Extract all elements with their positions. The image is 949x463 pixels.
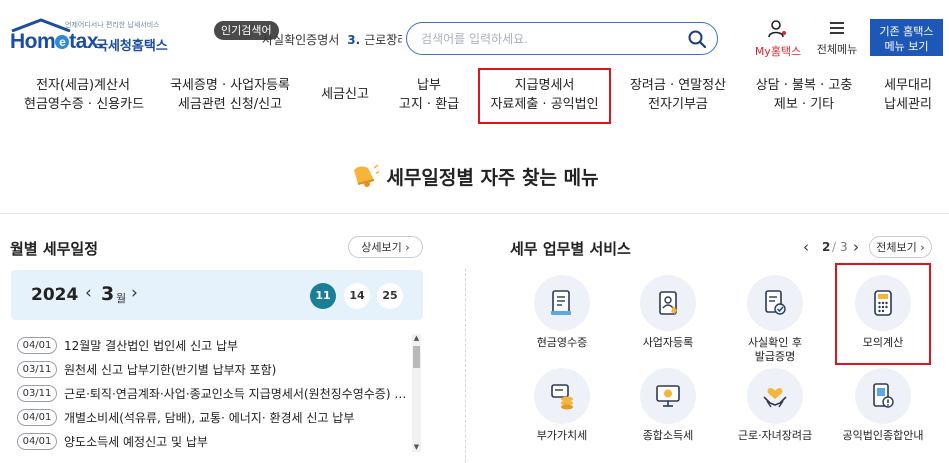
schedule-text: 원천세 신고 납부기한(반기별 납부자 포함) [64,363,277,377]
schedule-date: 04/01 [17,409,57,426]
search-box [406,22,718,55]
day-chip-25[interactable]: 25 [377,283,403,309]
service-business-registration[interactable]: 사업자등록 [618,275,718,350]
chevron-left-icon[interactable]: ‹ [85,283,92,303]
classic-menu-button[interactable]: 기존 홈택스 메뉴 보기 [870,19,943,56]
day-chip-14[interactable]: 14 [344,283,370,309]
schedule-scrollbar[interactable]: ▲ ▼ [412,334,421,452]
calendar-month: 3 [101,283,115,305]
service-income-tax[interactable]: 종합소득세 [618,368,718,443]
logo-tagline: 언제어디서나 편리한 납세서비스 [65,21,160,29]
list-item[interactable]: 03/11 원천세 신고 납부기한(반기별 납부자 포함) [11,356,411,380]
pager-separator: / [832,240,837,254]
list-item[interactable]: 03/11 근로·퇴직·연금계좌·사업·종교인소득 지급명세서(원천징수영수증)… [11,380,411,404]
schedule-list: 04/01 12월말 결산법인 법인세 신고 납부 03/11 원천세 신고 납… [11,332,411,463]
all-menu-button[interactable]: 전체메뉴 [813,20,861,57]
scroll-thumb[interactable] [413,346,420,368]
popular-search-ticker[interactable]: 사실확인증명서3.근로장려금 [262,31,402,47]
schedule-date: 04/01 [17,337,57,354]
income-tax-monitor-icon [656,385,680,407]
schedule-text: 개별소비세(석유류, 담배), 교통· 에너지· 환경세 신고 납부 [64,411,355,425]
service-fact-certificate[interactable]: 사실확인 후 발급증명 [725,275,825,364]
list-item[interactable]: 04/01 12월말 결산법인 법인세 신고 납부 [11,332,411,356]
service-incentives[interactable]: 근로·자녀장려금 [725,368,825,443]
schedule-date: 03/11 [17,361,57,378]
main-nav: 전자(세금)계산서 현금영수증 · 신용카드 국세증명 · 사업자등록 세금관련 신… [0,76,949,124]
list-item[interactable]: 04/01 개별소비세(석유류, 담배), 교통· 에너지· 환경세 신고 납부 [11,404,411,428]
nav-item-incentives[interactable]: 장려금 · 연말정산 전자기부금 [626,76,730,114]
service-vat[interactable]: 부가가치세 [512,368,612,443]
certificate-check-icon [765,290,786,315]
vat-coins-icon [551,384,573,410]
pager-current: 2 [822,240,831,254]
service-cash-receipt[interactable]: 현금영수증 [512,275,612,350]
nav-item-certificates[interactable]: 국세증명 · 사업자등록 세금관련 신청/신고 [168,76,292,114]
schedule-text: 12월말 결산법인 법인세 신고 납부 [64,339,239,353]
section-title: 세무일정별 자주 찾는 메뉴 [0,162,949,190]
logo-wordmark: Hom e tax. [10,30,104,53]
nav-highlight-box [478,68,611,124]
nav-item-payment[interactable]: 납부 고지 · 환급 [398,76,460,114]
business-registration-icon [659,291,677,315]
chevron-left-icon[interactable]: ‹ [803,238,809,256]
full-view-button[interactable]: 전체보기 › [869,236,932,258]
scroll-down-icon[interactable]: ▼ [412,443,421,452]
nav-item-tax-agent[interactable]: 세무대리 납세관리 [876,76,940,114]
logo-subtitle: 국세청홈택스 [96,39,168,54]
user-icon [768,20,786,38]
public-corp-info-icon [873,383,894,408]
chevron-right-icon[interactable]: › [131,283,138,303]
day-chip-11[interactable]: 11 [310,283,336,309]
panel-divider [465,268,466,463]
detail-view-button[interactable]: 상세보기 › [348,236,423,258]
schedule-text: 근로·퇴직·연금계좌·사업·종교인소득 지급명세서(원천징수영수증) 제출 [64,387,409,401]
list-item[interactable]: 04/01 양도소득세 예정신고 및 납부 [11,428,411,452]
scroll-up-icon[interactable]: ▲ [412,334,421,343]
calendar-bar: 2024 ‹ 3 월 › 11 14 25 [11,270,423,320]
bell-icon [354,164,380,187]
search-icon[interactable] [687,29,707,49]
header: 언제어디서나 편리한 납세서비스 Hom e tax. 국세청홈택스 인기검색어 사… [0,0,949,68]
search-input[interactable] [421,30,671,48]
monthly-schedule-title: 월별 세무일정 [10,240,99,258]
nav-item-tax-filing[interactable]: 세금신고 [316,76,374,114]
schedule-date: 04/01 [17,433,57,450]
service-public-corporation[interactable]: 공익법인종합안내 [833,368,933,443]
pager-total: 3 [840,240,848,254]
hamburger-menu-icon [830,22,844,34]
incentive-hands-icon [763,388,787,408]
nav-item-consulting[interactable]: 상담 · 불복 · 고충 제보 · 기타 [752,76,856,114]
chevron-down-icon[interactable]: ∨ [387,30,395,43]
nav-item-e-invoice[interactable]: 전자(세금)계산서 현금영수증 · 신용카드 [24,76,144,114]
hometax-logo[interactable]: 언제어디서나 편리한 납세서비스 Hom e tax. 국세청홈택스 [10,18,170,58]
service-highlight-box [835,263,931,365]
section-divider [0,213,949,214]
calendar-year: 2024 [31,285,79,305]
schedule-date: 03/11 [17,385,57,402]
chevron-right-icon[interactable]: › [853,238,859,256]
schedule-text: 양도소득세 예정신고 및 납부 [64,435,208,449]
receipt-icon [551,290,571,315]
my-hometax-button[interactable]: My홈택스 [751,20,805,59]
services-pager: ‹ 2 / 3 › [803,238,873,258]
services-title: 세무 업무별 서비스 [510,240,631,258]
calendar-month-unit: 월 [116,292,127,305]
